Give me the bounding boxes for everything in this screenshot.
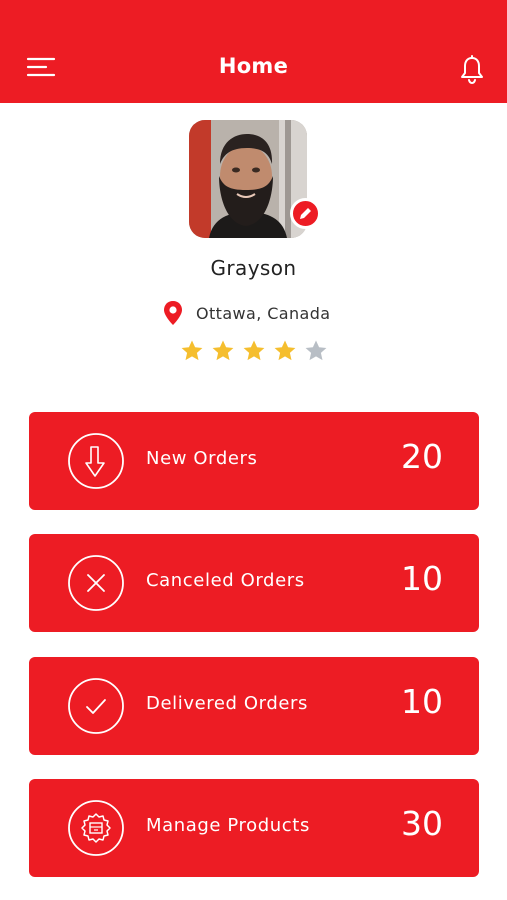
gear-box-icon — [68, 800, 124, 856]
app-header: Home — [0, 0, 507, 103]
card-label: Manage Products — [146, 815, 310, 836]
card-count: 10 — [401, 682, 443, 721]
x-circle-icon — [68, 555, 124, 611]
star-filled-icon — [212, 340, 234, 361]
star-filled-icon — [243, 340, 265, 361]
avatar — [189, 120, 307, 238]
star-filled-icon — [274, 340, 296, 361]
star-empty-icon — [305, 340, 327, 361]
manage-products-card[interactable]: Manage Products 30 — [29, 779, 479, 877]
canceled-orders-card[interactable]: Canceled Orders 10 — [29, 534, 479, 632]
avatar-photo — [189, 120, 307, 238]
star-filled-icon — [181, 340, 203, 361]
card-count: 10 — [401, 559, 443, 598]
new-orders-card[interactable]: New Orders 20 — [29, 412, 479, 510]
card-label: New Orders — [146, 448, 258, 469]
profile-avatar-container — [189, 120, 321, 238]
location-text: Ottawa, Canada — [196, 303, 331, 323]
card-count: 30 — [401, 804, 443, 843]
profile-location: Ottawa, Canada — [162, 300, 331, 326]
check-circle-icon — [68, 678, 124, 734]
card-label: Delivered Orders — [146, 693, 309, 714]
page-title: Home — [218, 54, 289, 78]
card-label: Canceled Orders — [146, 570, 305, 591]
arrow-down-circle-icon — [68, 433, 124, 489]
profile-name: Grayson — [210, 256, 297, 280]
map-pin-icon — [164, 301, 182, 325]
pencil-icon — [300, 208, 311, 219]
notification-bell-icon[interactable] — [459, 55, 485, 85]
rating-stars — [180, 339, 335, 365]
edit-avatar-button[interactable] — [290, 198, 321, 229]
card-count: 20 — [401, 437, 443, 476]
delivered-orders-card[interactable]: Delivered Orders 10 — [29, 657, 479, 755]
